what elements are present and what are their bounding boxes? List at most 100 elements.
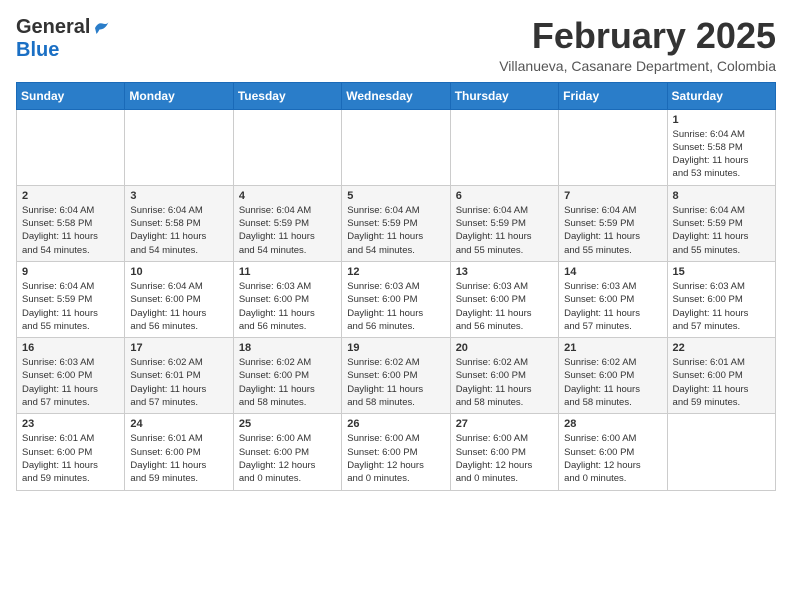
month-title: February 2025 (499, 16, 776, 56)
day-info: Sunrise: 6:04 AM Sunset: 5:59 PM Dayligh… (239, 204, 336, 257)
calendar-cell: 14 Sunrise: 6:03 AM Sunset: 6:00 PM Dayli… (559, 261, 667, 337)
day-number: 17 (130, 342, 227, 354)
calendar-header-sunday: Sunday (17, 82, 125, 109)
day-info: Sunrise: 6:04 AM Sunset: 5:58 PM Dayligh… (22, 204, 119, 257)
calendar-week-row: 23 Sunrise: 6:01 AM Sunset: 6:00 PM Dayli… (17, 414, 776, 490)
calendar-header-tuesday: Tuesday (233, 82, 341, 109)
day-info: Sunrise: 6:02 AM Sunset: 6:00 PM Dayligh… (456, 356, 553, 409)
day-info: Sunrise: 6:04 AM Sunset: 5:58 PM Dayligh… (130, 204, 227, 257)
calendar-cell: 6 Sunrise: 6:04 AM Sunset: 5:59 PM Daylig… (450, 185, 558, 261)
calendar-cell: 5 Sunrise: 6:04 AM Sunset: 5:59 PM Daylig… (342, 185, 450, 261)
day-info: Sunrise: 6:03 AM Sunset: 6:00 PM Dayligh… (347, 280, 444, 333)
day-info: Sunrise: 6:01 AM Sunset: 6:00 PM Dayligh… (130, 432, 227, 485)
day-number: 12 (347, 266, 444, 278)
calendar-cell (125, 109, 233, 185)
calendar-header-wednesday: Wednesday (342, 82, 450, 109)
calendar-cell: 8 Sunrise: 6:04 AM Sunset: 5:59 PM Daylig… (667, 185, 775, 261)
day-number: 20 (456, 342, 553, 354)
calendar-cell: 25 Sunrise: 6:00 AM Sunset: 6:00 PM Dayli… (233, 414, 341, 490)
calendar-cell (450, 109, 558, 185)
day-number: 6 (456, 190, 553, 202)
day-info: Sunrise: 6:00 AM Sunset: 6:00 PM Dayligh… (239, 432, 336, 485)
day-number: 22 (673, 342, 770, 354)
calendar-cell: 1 Sunrise: 6:04 AM Sunset: 5:58 PM Daylig… (667, 109, 775, 185)
day-info: Sunrise: 6:03 AM Sunset: 6:00 PM Dayligh… (564, 280, 661, 333)
calendar-week-row: 9Sunrise: 6:04 AM Sunset: 5:59 PM Daylig… (17, 261, 776, 337)
calendar-cell: 10Sunrise: 6:04 AM Sunset: 6:00 PM Dayli… (125, 261, 233, 337)
calendar-cell: 16 Sunrise: 6:03 AM Sunset: 6:00 PM Dayli… (17, 338, 125, 414)
logo: General Blue (16, 16, 110, 62)
day-info: Sunrise: 6:01 AM Sunset: 6:00 PM Dayligh… (22, 432, 119, 485)
calendar-cell: 4 Sunrise: 6:04 AM Sunset: 5:59 PM Daylig… (233, 185, 341, 261)
day-number: 9 (22, 266, 119, 278)
day-info: Sunrise: 6:00 AM Sunset: 6:00 PM Dayligh… (347, 432, 444, 485)
day-number: 7 (564, 190, 661, 202)
day-info: Sunrise: 6:04 AM Sunset: 5:59 PM Dayligh… (673, 204, 770, 257)
calendar-cell: 12 Sunrise: 6:03 AM Sunset: 6:00 PM Dayli… (342, 261, 450, 337)
calendar-cell: 13Sunrise: 6:03 AM Sunset: 6:00 PM Dayli… (450, 261, 558, 337)
day-info: Sunrise: 6:03 AM Sunset: 6:00 PM Dayligh… (239, 280, 336, 333)
calendar-cell: 15 Sunrise: 6:03 AM Sunset: 6:00 PM Dayli… (667, 261, 775, 337)
day-number: 3 (130, 190, 227, 202)
header-section: General Blue February 2025 Villanueva, C… (16, 16, 776, 74)
day-number: 27 (456, 418, 553, 430)
calendar-header-friday: Friday (559, 82, 667, 109)
day-number: 18 (239, 342, 336, 354)
day-number: 26 (347, 418, 444, 430)
calendar-cell (233, 109, 341, 185)
day-info: Sunrise: 6:00 AM Sunset: 6:00 PM Dayligh… (456, 432, 553, 485)
day-number: 1 (673, 114, 770, 126)
day-number: 15 (673, 266, 770, 278)
day-number: 25 (239, 418, 336, 430)
calendar-cell: 2Sunrise: 6:04 AM Sunset: 5:58 PM Daylig… (17, 185, 125, 261)
calendar-week-row: 16 Sunrise: 6:03 AM Sunset: 6:00 PM Dayli… (17, 338, 776, 414)
calendar-header-saturday: Saturday (667, 82, 775, 109)
calendar-header-row: SundayMondayTuesdayWednesdayThursdayFrid… (17, 82, 776, 109)
day-number: 5 (347, 190, 444, 202)
day-info: Sunrise: 6:04 AM Sunset: 5:58 PM Dayligh… (673, 128, 770, 181)
day-info: Sunrise: 6:04 AM Sunset: 5:59 PM Dayligh… (347, 204, 444, 257)
day-info: Sunrise: 6:02 AM Sunset: 6:00 PM Dayligh… (347, 356, 444, 409)
day-number: 23 (22, 418, 119, 430)
calendar-week-row: 1 Sunrise: 6:04 AM Sunset: 5:58 PM Daylig… (17, 109, 776, 185)
calendar-week-row: 2Sunrise: 6:04 AM Sunset: 5:58 PM Daylig… (17, 185, 776, 261)
day-number: 14 (564, 266, 661, 278)
day-info: Sunrise: 6:04 AM Sunset: 5:59 PM Dayligh… (456, 204, 553, 257)
calendar-cell (667, 414, 775, 490)
calendar-cell: 22Sunrise: 6:01 AM Sunset: 6:00 PM Dayli… (667, 338, 775, 414)
logo-bird-icon (92, 19, 110, 37)
calendar-cell: 24 Sunrise: 6:01 AM Sunset: 6:00 PM Dayli… (125, 414, 233, 490)
calendar-cell (559, 109, 667, 185)
calendar-cell: 11 Sunrise: 6:03 AM Sunset: 6:00 PM Dayli… (233, 261, 341, 337)
day-number: 8 (673, 190, 770, 202)
day-number: 24 (130, 418, 227, 430)
day-info: Sunrise: 6:04 AM Sunset: 6:00 PM Dayligh… (130, 280, 227, 333)
calendar-cell: 9Sunrise: 6:04 AM Sunset: 5:59 PM Daylig… (17, 261, 125, 337)
calendar-cell: 21 Sunrise: 6:02 AM Sunset: 6:00 PM Dayli… (559, 338, 667, 414)
calendar-cell: 7Sunrise: 6:04 AM Sunset: 5:59 PM Daylig… (559, 185, 667, 261)
calendar-header-thursday: Thursday (450, 82, 558, 109)
logo-blue-text: Blue (16, 39, 59, 62)
calendar-cell (17, 109, 125, 185)
day-info: Sunrise: 6:03 AM Sunset: 6:00 PM Dayligh… (22, 356, 119, 409)
calendar-cell (342, 109, 450, 185)
calendar-table: SundayMondayTuesdayWednesdayThursdayFrid… (16, 82, 776, 491)
day-number: 21 (564, 342, 661, 354)
day-info: Sunrise: 6:02 AM Sunset: 6:00 PM Dayligh… (239, 356, 336, 409)
calendar-cell: 19Sunrise: 6:02 AM Sunset: 6:00 PM Dayli… (342, 338, 450, 414)
day-info: Sunrise: 6:03 AM Sunset: 6:00 PM Dayligh… (673, 280, 770, 333)
calendar-cell: 3 Sunrise: 6:04 AM Sunset: 5:58 PM Daylig… (125, 185, 233, 261)
day-number: 28 (564, 418, 661, 430)
day-number: 11 (239, 266, 336, 278)
day-number: 13 (456, 266, 553, 278)
logo-general-text: General (16, 16, 90, 39)
day-number: 4 (239, 190, 336, 202)
day-info: Sunrise: 6:00 AM Sunset: 6:00 PM Dayligh… (564, 432, 661, 485)
day-info: Sunrise: 6:02 AM Sunset: 6:00 PM Dayligh… (564, 356, 661, 409)
location-subtitle: Villanueva, Casanare Department, Colombi… (499, 58, 776, 74)
calendar-cell: 18 Sunrise: 6:02 AM Sunset: 6:00 PM Dayli… (233, 338, 341, 414)
day-number: 16 (22, 342, 119, 354)
title-section: February 2025 Villanueva, Casanare Depar… (499, 16, 776, 74)
day-info: Sunrise: 6:02 AM Sunset: 6:01 PM Dayligh… (130, 356, 227, 409)
calendar-cell: 28 Sunrise: 6:00 AM Sunset: 6:00 PM Dayli… (559, 414, 667, 490)
